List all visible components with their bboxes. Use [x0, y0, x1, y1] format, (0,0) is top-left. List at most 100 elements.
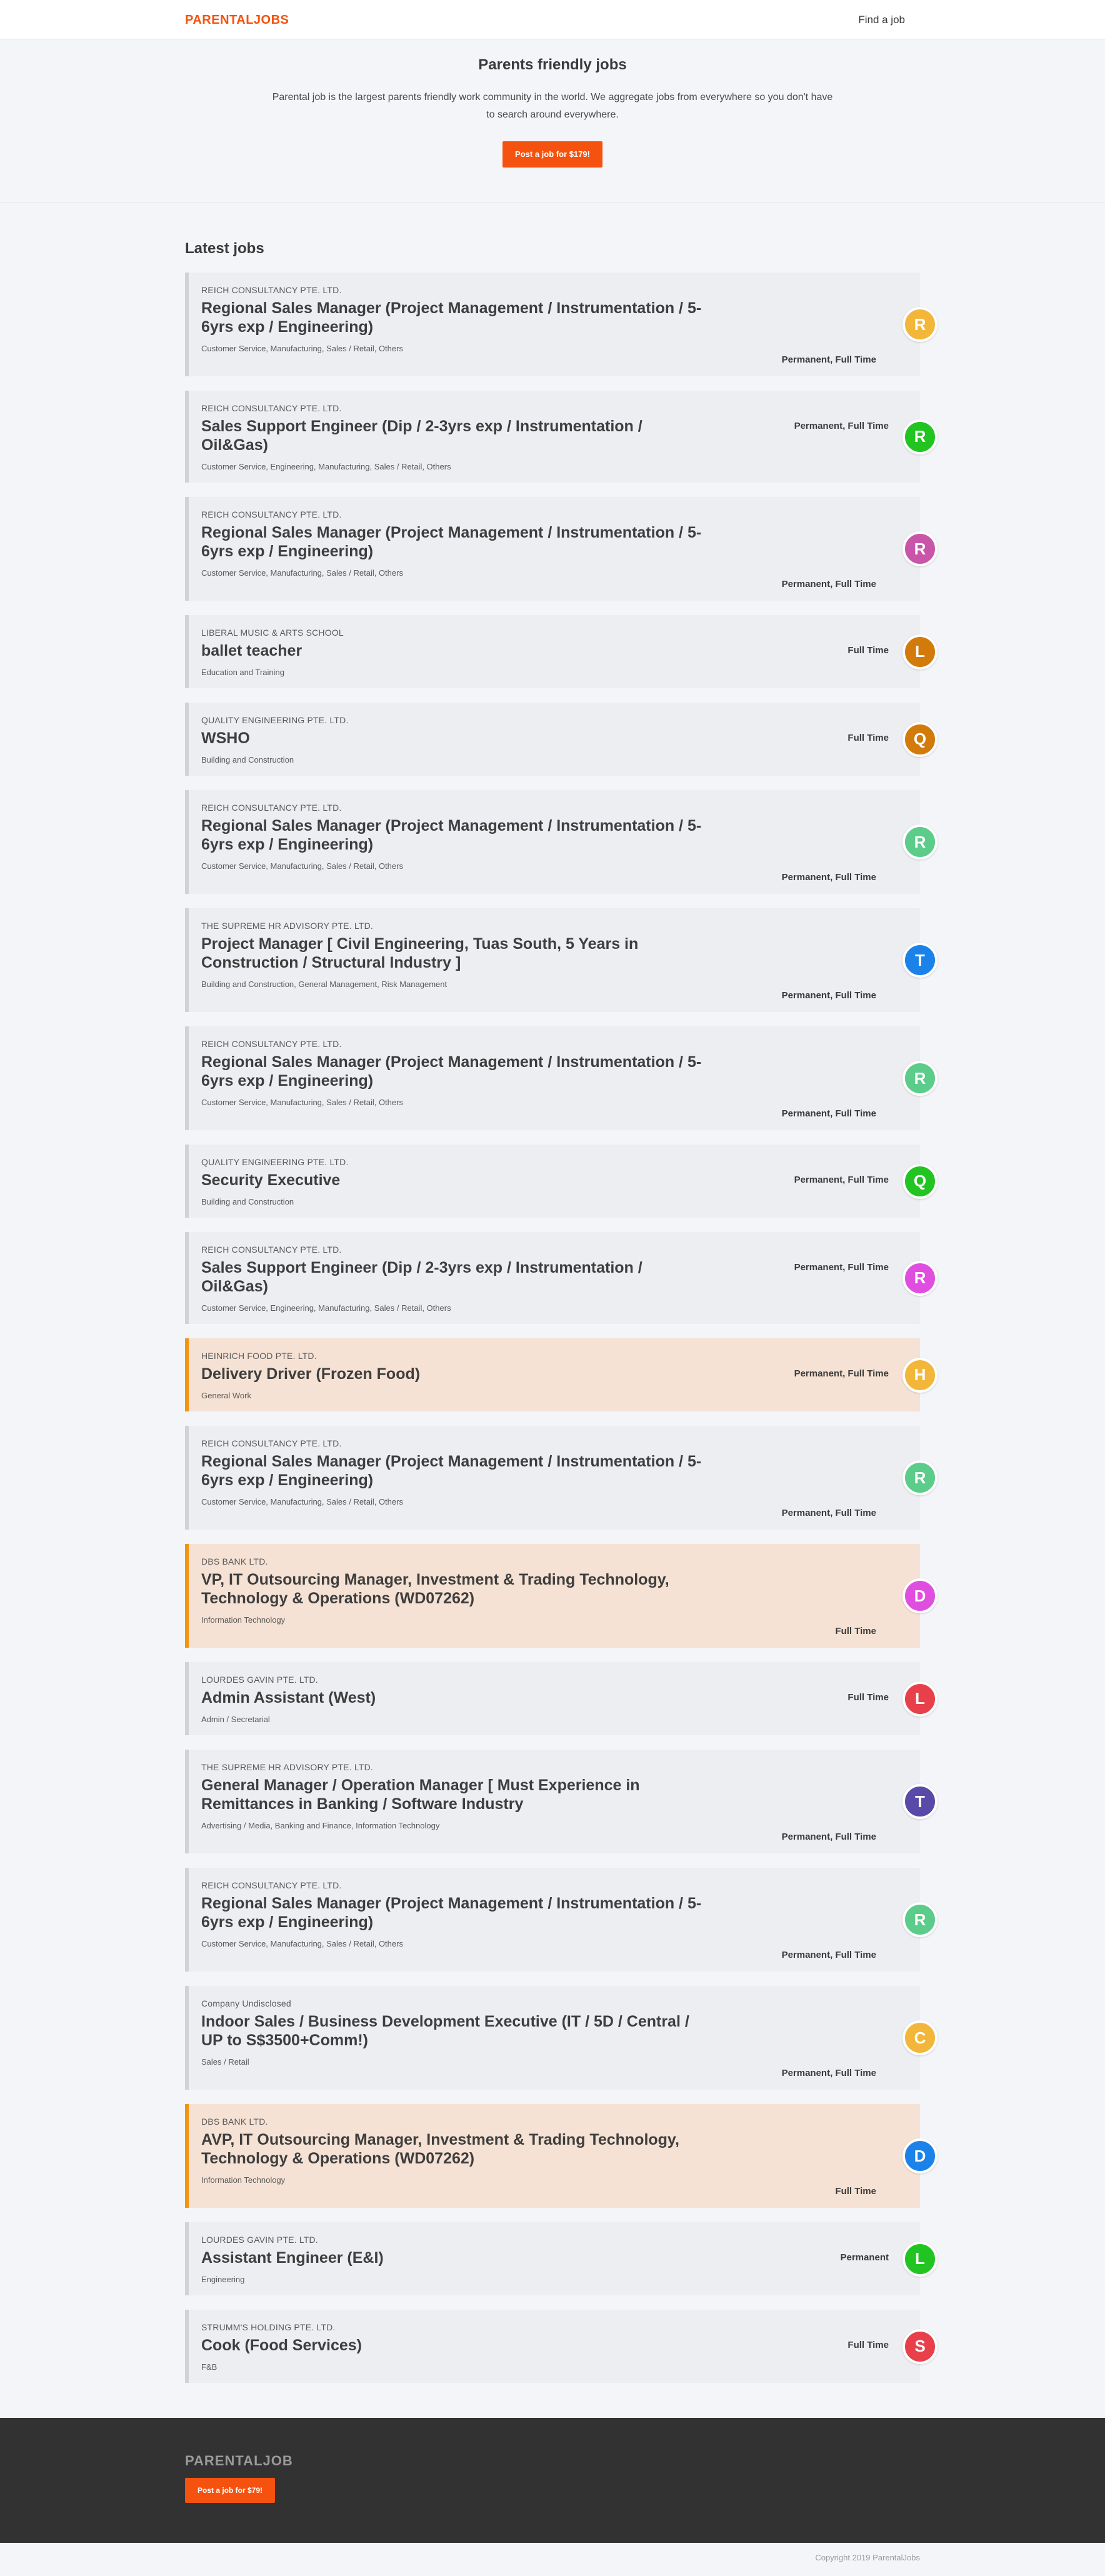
job-title[interactable]: AVP, IT Outsourcing Manager, Investment …	[201, 2130, 908, 2168]
job-card[interactable]: DBS BANK LTD. AVP, IT Outsourcing Manager…	[185, 2104, 938, 2208]
hero: Parents friendly jobs Parental job is th…	[0, 40, 1105, 203]
job-type: Permanent, Full Time	[781, 872, 876, 883]
job-categories: Engineering	[201, 2275, 245, 2284]
job-type: Permanent, Full Time	[781, 354, 876, 365]
job-categories: Building and Construction	[201, 755, 294, 764]
job-categories: Customer Service, Manufacturing, Sales /…	[201, 568, 403, 578]
company-avatar: C	[902, 2020, 938, 2055]
job-type: Permanent, Full Time	[781, 2068, 876, 2078]
job-categories: Customer Service, Manufacturing, Sales /…	[201, 1497, 403, 1506]
job-title[interactable]: WSHO	[201, 729, 908, 748]
job-categories: Education and Training	[201, 668, 284, 677]
find-job-link[interactable]: Find a job	[858, 14, 905, 26]
site-logo[interactable]: PARENTALJOBS	[185, 13, 289, 28]
job-card[interactable]: REICH CONSULTANCY PTE. LTD. Regional Sale…	[185, 1868, 938, 1972]
job-card[interactable]: REICH CONSULTANCY PTE. LTD. Sales Support…	[185, 1232, 938, 1324]
job-title[interactable]: Regional Sales Manager (Project Manageme…	[201, 816, 908, 854]
job-title[interactable]: Regional Sales Manager (Project Manageme…	[201, 1053, 908, 1090]
job-card[interactable]: REICH CONSULTANCY PTE. LTD. Regional Sale…	[185, 1426, 938, 1530]
job-card[interactable]: DBS BANK LTD. VP, IT Outsourcing Manager,…	[185, 1544, 938, 1648]
job-type: Permanent, Full Time	[794, 1175, 889, 1185]
job-type: Full Time	[835, 2186, 876, 2197]
company-avatar: R	[902, 1061, 938, 1096]
company-avatar: L	[902, 634, 938, 669]
company-avatar: T	[902, 1784, 938, 1819]
job-type: Full Time	[848, 645, 889, 656]
job-type: Permanent, Full Time	[781, 1950, 876, 1960]
company-avatar: R	[902, 531, 938, 566]
job-company: REICH CONSULTANCY PTE. LTD.	[201, 1438, 342, 1448]
job-card[interactable]: REICH CONSULTANCY PTE. LTD. Regional Sale…	[185, 790, 938, 894]
job-company: REICH CONSULTANCY PTE. LTD.	[201, 803, 342, 813]
job-card[interactable]: LIBERAL MUSIC & ARTS SCHOOL ballet teache…	[185, 615, 938, 688]
job-company: REICH CONSULTANCY PTE. LTD.	[201, 1880, 342, 1890]
job-card[interactable]: LOURDES GAVIN PTE. LTD. Admin Assistant (…	[185, 1662, 938, 1735]
job-title[interactable]: General Manager / Operation Manager [ Mu…	[201, 1776, 908, 1813]
job-card[interactable]: QUALITY ENGINEERING PTE. LTD. Security Ex…	[185, 1145, 938, 1218]
job-categories: Sales / Retail	[201, 2057, 249, 2067]
company-avatar: H	[902, 1357, 938, 1393]
job-title[interactable]: ballet teacher	[201, 641, 908, 660]
job-title[interactable]: Assistant Engineer (E&I)	[201, 2248, 908, 2267]
job-card[interactable]: REICH CONSULTANCY PTE. LTD. Regional Sale…	[185, 1026, 938, 1130]
post-job-button[interactable]: Post a job for $179!	[502, 141, 602, 168]
company-avatar: D	[902, 2138, 938, 2173]
company-avatar: L	[902, 1681, 938, 1716]
job-title[interactable]: Project Manager [ Civil Engineering, Tua…	[201, 935, 908, 972]
company-avatar: R	[902, 419, 938, 454]
job-company: REICH CONSULTANCY PTE. LTD.	[201, 403, 342, 413]
company-avatar: S	[902, 2328, 938, 2364]
job-categories: Information Technology	[201, 2175, 286, 2185]
job-card[interactable]: Company Undisclosed Indoor Sales / Busine…	[185, 1986, 938, 2090]
company-avatar: Q	[902, 721, 938, 757]
job-type: Permanent, Full Time	[794, 1262, 889, 1273]
job-type: Permanent, Full Time	[794, 1368, 889, 1379]
job-company: THE SUPREME HR ADVISORY PTE. LTD.	[201, 1762, 373, 1772]
job-type: Permanent, Full Time	[781, 1832, 876, 1842]
job-card[interactable]: REICH CONSULTANCY PTE. LTD. Sales Support…	[185, 391, 938, 483]
job-card[interactable]: REICH CONSULTANCY PTE. LTD. Regional Sale…	[185, 497, 938, 601]
job-company: LOURDES GAVIN PTE. LTD.	[201, 2235, 318, 2245]
job-title[interactable]: Regional Sales Manager (Project Manageme…	[201, 523, 908, 561]
job-title[interactable]: Regional Sales Manager (Project Manageme…	[201, 299, 908, 336]
job-company: QUALITY ENGINEERING PTE. LTD.	[201, 1157, 349, 1167]
job-company: LOURDES GAVIN PTE. LTD.	[201, 1675, 318, 1685]
hero-description: Parental job is the largest parents frie…	[272, 92, 833, 120]
job-title[interactable]: Admin Assistant (West)	[201, 1688, 908, 1707]
job-company: REICH CONSULTANCY PTE. LTD.	[201, 1039, 342, 1049]
job-type: Permanent, Full Time	[781, 579, 876, 589]
job-card[interactable]: THE SUPREME HR ADVISORY PTE. LTD. General…	[185, 1750, 938, 1853]
job-title[interactable]: Regional Sales Manager (Project Manageme…	[201, 1894, 908, 1932]
job-company: REICH CONSULTANCY PTE. LTD.	[201, 285, 342, 295]
job-categories: Building and Construction	[201, 1197, 294, 1206]
job-categories: Customer Service, Engineering, Manufactu…	[201, 462, 451, 471]
company-avatar: R	[902, 824, 938, 860]
section-title: Latest jobs	[185, 240, 264, 257]
job-title[interactable]: VP, IT Outsourcing Manager, Investment &…	[201, 1570, 908, 1608]
company-avatar: R	[902, 1460, 938, 1495]
job-title[interactable]: Regional Sales Manager (Project Manageme…	[201, 1452, 908, 1490]
job-company: THE SUPREME HR ADVISORY PTE. LTD.	[201, 921, 373, 931]
job-card[interactable]: STRUMM'S HOLDING PTE. LTD. Cook (Food Ser…	[185, 2310, 938, 2383]
hero-title: Parents friendly jobs	[478, 56, 627, 73]
job-type: Full Time	[835, 1626, 876, 1636]
footer: PARENTALJOB Post a job for $79!	[0, 2418, 1105, 2543]
job-card[interactable]: HEINRICH FOOD PTE. LTD. Delivery Driver (…	[185, 1338, 938, 1411]
job-company: STRUMM'S HOLDING PTE. LTD.	[201, 2322, 336, 2332]
job-company: QUALITY ENGINEERING PTE. LTD.	[201, 715, 349, 725]
job-card[interactable]: THE SUPREME HR ADVISORY PTE. LTD. Project…	[185, 908, 938, 1012]
job-type: Full Time	[848, 2340, 889, 2350]
footer-logo[interactable]: PARENTALJOB	[185, 2453, 920, 2469]
copyright: Copyright 2019 ParentalJobs	[815, 2553, 920, 2562]
job-card[interactable]: LOURDES GAVIN PTE. LTD. Assistant Enginee…	[185, 2222, 938, 2295]
company-avatar: R	[902, 1902, 938, 1937]
job-card[interactable]: REICH CONSULTANCY PTE. LTD. Regional Sale…	[185, 273, 938, 376]
company-avatar: L	[902, 2241, 938, 2277]
job-title[interactable]: Cook (Food Services)	[201, 2336, 908, 2355]
job-title[interactable]: Indoor Sales / Business Development Exec…	[201, 2012, 908, 2050]
footer-post-job-button[interactable]: Post a job for $79!	[185, 2478, 276, 2503]
top-bar: PARENTALJOBS Find a job	[0, 0, 1105, 40]
job-categories: Customer Service, Engineering, Manufactu…	[201, 1303, 451, 1313]
job-type: Permanent, Full Time	[781, 1108, 876, 1119]
job-card[interactable]: QUALITY ENGINEERING PTE. LTD. WSHO Buildin…	[185, 703, 938, 776]
